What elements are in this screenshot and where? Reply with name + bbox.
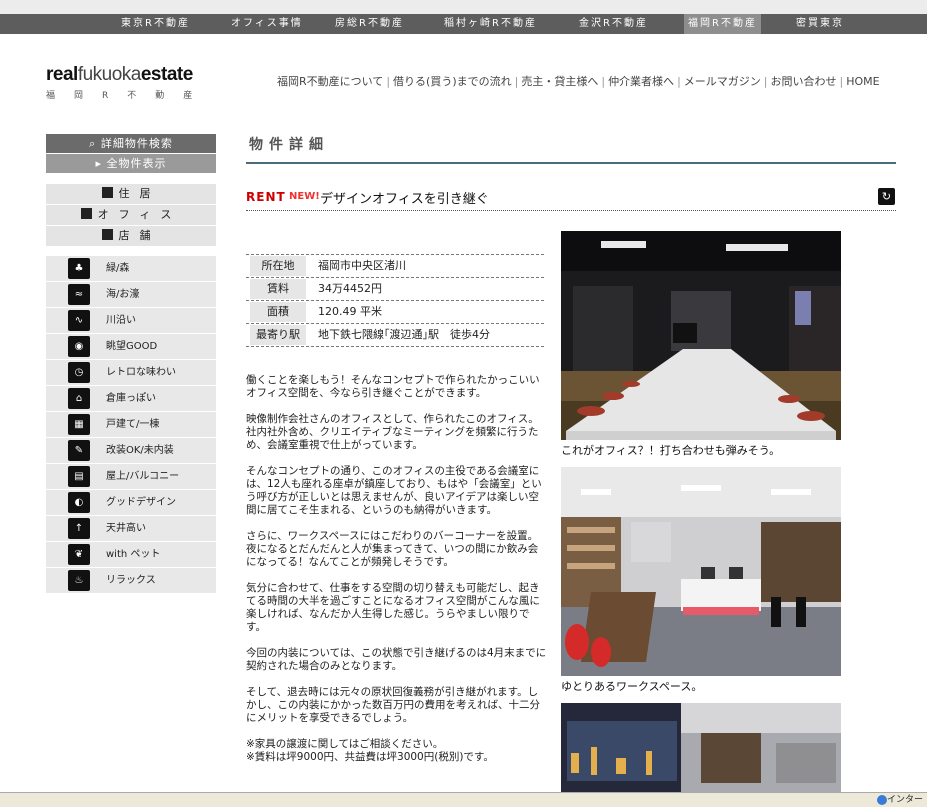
tag-list: ♣ 緑/森 ≈ 海/お濠 ∿ 川沿い ◉ 眺望GOOD ◷ レトロな味わい ⌂ 倉庫っぽい … [46,256,216,593]
info-row: 面積 120.49 平米 [246,301,544,324]
info-row: 所在地 福岡市中央区渚川 [246,254,544,278]
tree-icon: ♣ [68,258,90,279]
top-nav-kanazawa[interactable]: 金沢R不動産 [579,14,648,34]
tag-retro[interactable]: ◷ レトロな味わい [46,360,216,385]
building-icon [80,208,92,219]
top-nav-boso[interactable]: 房総R不動産 [335,14,404,34]
river-icon: ∿ [68,310,90,331]
top-nav-tokyo[interactable]: 東京R不動産 [121,14,190,34]
detached-house-icon: ▦ [68,414,90,435]
warehouse-icon: ⌂ [68,388,90,409]
nav-home[interactable]: HOME [846,75,879,88]
tag-rooftop[interactable]: ▤ 屋上/バルコニー [46,464,216,489]
tag-view[interactable]: ◉ 眺望GOOD [46,334,216,359]
top-nav-inamuragasaki[interactable]: 稲村ヶ崎R不動産 [444,14,537,34]
new-badge: NEW! [289,191,320,202]
description-paragraph: 気分に合わせて、仕事をする空間の切り替えも可能だし、起きてる時間の大半を過ごすこ… [246,582,540,633]
design-icon: ◐ [68,492,90,513]
top-network-nav: 東京R不動産 オフィス事情 房総R不動産 稲村ヶ崎R不動産 金沢R不動産 福岡R… [0,14,927,34]
photo-caption: ゆとりあるワークスペース。 [561,680,703,693]
header-nav: 福岡R不動産について | 借りる(買う)までの流れ | 売主・貸主様へ | 仲介業者様へ | メ… [277,73,880,89]
rooftop-icon: ▤ [68,466,90,487]
property-description: 働くことを楽しもう！そんなコンセプトで作られたかっこいいオフィス空間を、今なら引… [246,374,548,777]
sidebar: ⌕ 詳細物件検索 ▸ 全物件表示 住居 オフィス 店舗 ♣ 緑/森 ≈ 海/お濠 ∿… [46,134,216,594]
logo-wordmark: realfukuokaestate [46,64,193,85]
top-nav-fukuoka[interactable]: 福岡R不動産 [684,14,761,34]
nav-about[interactable]: 福岡R不動産について [277,73,383,89]
nav-contact[interactable]: お問い合わせ [771,73,837,89]
status-zone: インター [886,795,923,805]
relax-chair-icon: ♨ [68,570,90,591]
tag-sea[interactable]: ≈ 海/お濠 [46,282,216,307]
tag-high-ceiling[interactable]: ↑ 天井高い [46,516,216,541]
browser-top-strip [0,0,927,15]
title-divider [246,162,896,164]
top-nav-mitsubai[interactable]: 密買東京 [796,14,844,34]
clock-icon: ◷ [68,362,90,383]
tag-green[interactable]: ♣ 緑/森 [46,256,216,281]
meeting-room-photo [561,231,841,440]
wave-icon: ≈ [68,284,90,305]
info-row: 賃料 34万4452円 [246,278,544,301]
up-arrow-icon: ↑ [68,518,90,539]
photo-workspace: ゆとりあるワークスペース。 [561,467,841,694]
tag-renovation[interactable]: ✎ 改装OK/未内装 [46,438,216,463]
description-paragraph: さらに、ワークスペースにはこだわりのバーコーナーを設置。夜になるとだんだんと人が… [246,530,539,568]
top-nav-office[interactable]: オフィス事情 [231,14,303,34]
shop-icon [101,229,113,240]
house-icon [101,187,113,198]
description-paragraph: 今回の内装については、この状態で引き継げるのは4月末までに契約された場合のみとな… [246,647,547,672]
page-title: 物件詳細 [249,137,329,153]
description-paragraph: そんなコンセプトの通り、このオフィスの主役である会議室には、12人も座れる座卓が… [246,465,542,516]
tag-pet[interactable]: ❦ with ペット [46,542,216,567]
property-title: デザインオフィスを引き継ぐ [320,192,489,207]
photo-bar-corner [561,703,841,792]
browser-status-bar: インター [0,792,927,807]
photo-caption: これがオフィス？！打ち合わせも弾みそう。 [561,444,781,457]
property-info-table: 所在地 福岡市中央区渚川 賃料 34万4452円 面積 120.49 平米 最寄り駅地… [246,254,544,347]
site-logo[interactable]: realfukuokaestate 福岡R不動産 [46,64,211,101]
all-properties-button[interactable]: ▸ 全物件表示 [46,154,216,173]
hammer-icon: ✎ [68,440,90,461]
logo-subtitle: 福岡R不動産 [46,91,212,101]
category-office[interactable]: オフィス [46,205,216,225]
description-paragraph: そして、退去時には元々の原状回復義務が引き継がれます。しかし、この内装にかかった… [246,686,540,724]
info-row: 最寄り駅 地下鉄七隈線｢渡辺通｣駅 徒歩4分 [246,324,544,347]
search-icon: ⌕ [89,137,101,150]
bar-corner-photo [561,703,841,792]
back-icon[interactable]: ↻ [878,188,895,205]
arrow-right-icon: ▸ [95,157,107,170]
tag-relax[interactable]: ♨ リラックス [46,568,216,593]
rent-label: RENT [246,190,286,204]
nav-flow[interactable]: 借りる(買う)までの流れ [393,73,512,89]
globe-icon [877,795,887,805]
category-residence[interactable]: 住居 [46,184,216,204]
eye-icon: ◉ [68,336,90,357]
workspace-photo [561,467,841,676]
description-paragraph: 働くことを楽しもう！そんなコンセプトで作られたかっこいいオフィス空間を、今なら引… [246,374,540,399]
tag-warehouse[interactable]: ⌂ 倉庫っぽい [46,386,216,411]
nav-owners[interactable]: 売主・貸主様へ [521,73,598,89]
tag-detached[interactable]: ▦ 戸建て/一棟 [46,412,216,437]
nav-brokers[interactable]: 仲介業者様へ [608,73,674,89]
tag-good-design[interactable]: ◐ グッドデザイン [46,490,216,515]
description-paragraph: ※家具の譲渡に関してはご相談ください。 ※賃料は坪9000円、共益費は坪3000… [246,738,494,763]
title-dotted-rule [246,210,896,211]
category-shop[interactable]: 店舗 [46,226,216,246]
description-paragraph: 映像制作会社さんのオフィスとして、作られたこのオフィス。社内社外含め、クリエイテ… [246,413,539,451]
pet-icon: ❦ [68,544,90,565]
tag-river[interactable]: ∿ 川沿い [46,308,216,333]
nav-mailmag[interactable]: メールマガジン [684,73,761,89]
detail-search-button[interactable]: ⌕ 詳細物件検索 [46,134,216,153]
photo-meeting-room: これがオフィス？！打ち合わせも弾みそう。 [561,231,841,458]
